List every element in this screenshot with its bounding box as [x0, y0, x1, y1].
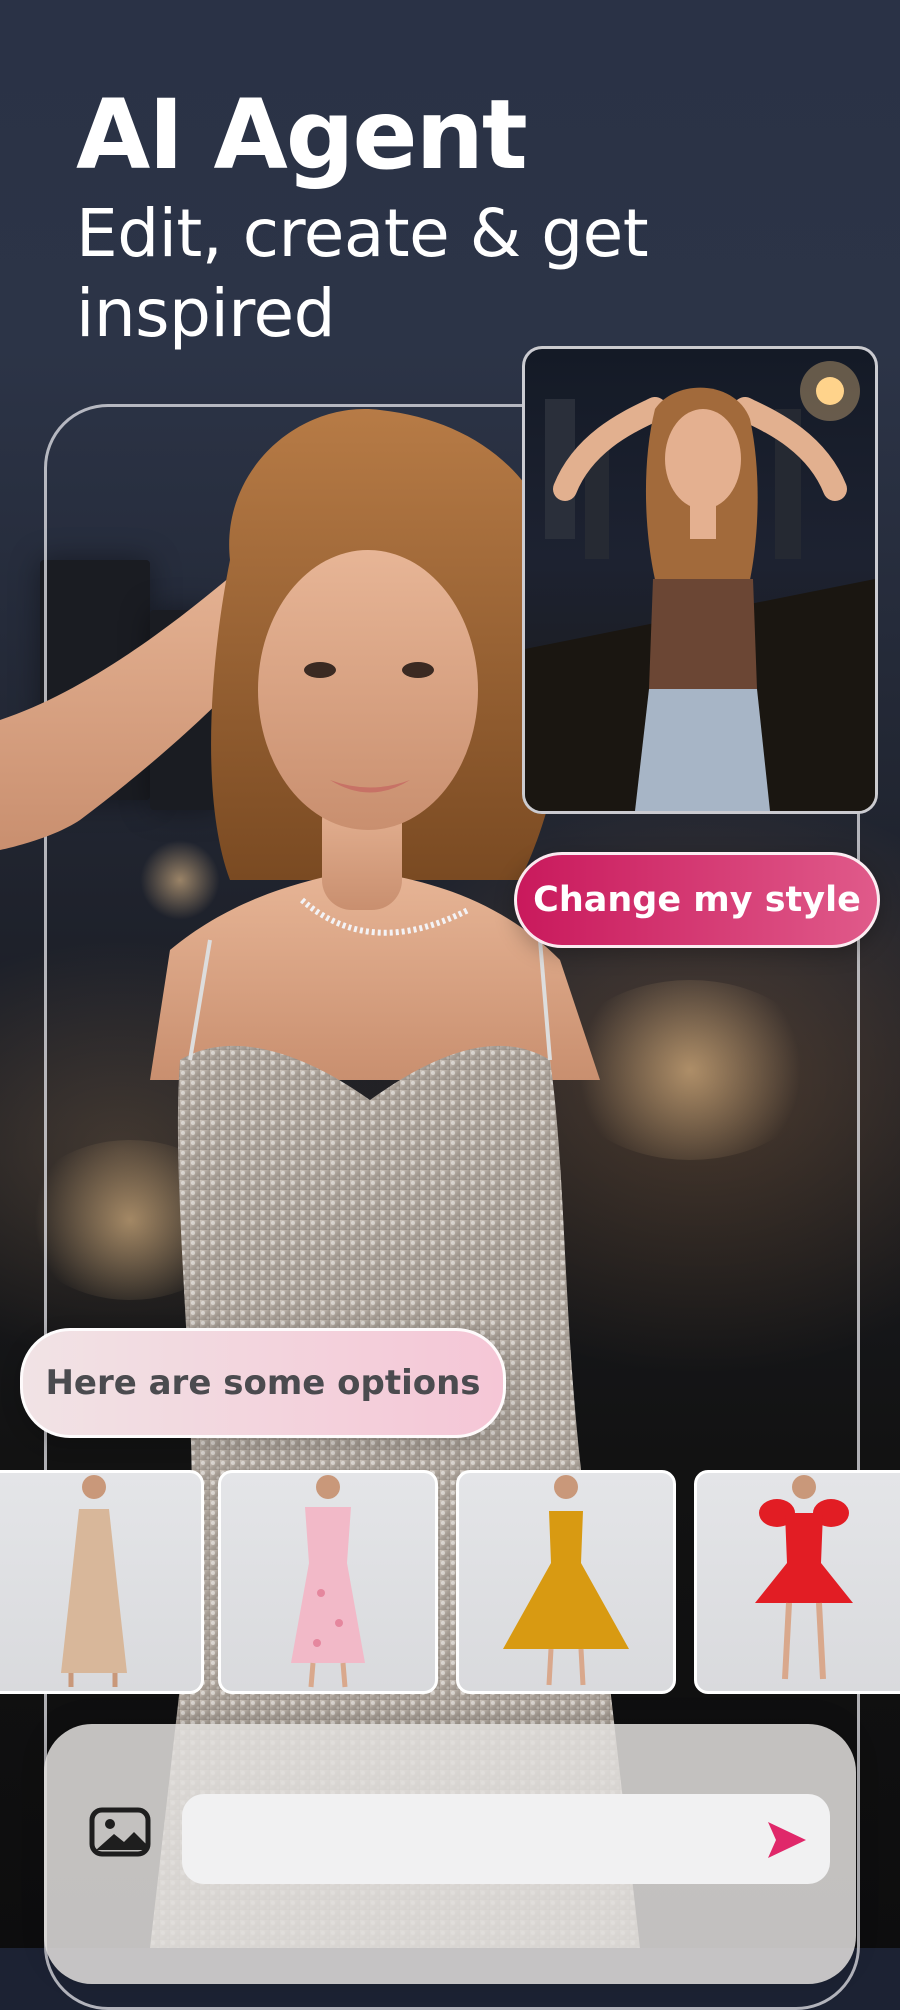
option-card-red-dress[interactable]: [694, 1470, 900, 1694]
page-title: AI Agent: [76, 79, 528, 191]
image-icon[interactable]: [88, 1806, 152, 1858]
send-icon[interactable]: [764, 1818, 808, 1862]
left-eye: [304, 662, 336, 678]
original-photo: [525, 361, 875, 811]
message-input-field[interactable]: [182, 1794, 830, 1886]
champagne-dress-image: [61, 1475, 127, 1687]
style-options-carousel[interactable]: [0, 1470, 900, 1694]
option-card-pink-floral-dress[interactable]: [218, 1470, 438, 1694]
option-card-champagne-dress[interactable]: [0, 1470, 204, 1694]
ai-message-bubble: Here are some options: [20, 1328, 506, 1438]
message-input[interactable]: [204, 1794, 728, 1886]
right-eye: [402, 662, 434, 678]
option-card-yellow-gown[interactable]: [456, 1470, 676, 1694]
original-photo-thumbnail[interactable]: [522, 346, 878, 814]
yellow-gown-image: [503, 1475, 629, 1686]
pink-floral-dress-image: [291, 1475, 365, 1688]
headline: AI Agent Edit, create & get inspired: [76, 80, 696, 354]
page-subtitle: Edit, create & get inspired: [76, 195, 649, 352]
message-composer: [44, 1724, 856, 1984]
user-message-bubble: Change my style: [514, 852, 880, 948]
red-dress-image: [755, 1475, 853, 1680]
